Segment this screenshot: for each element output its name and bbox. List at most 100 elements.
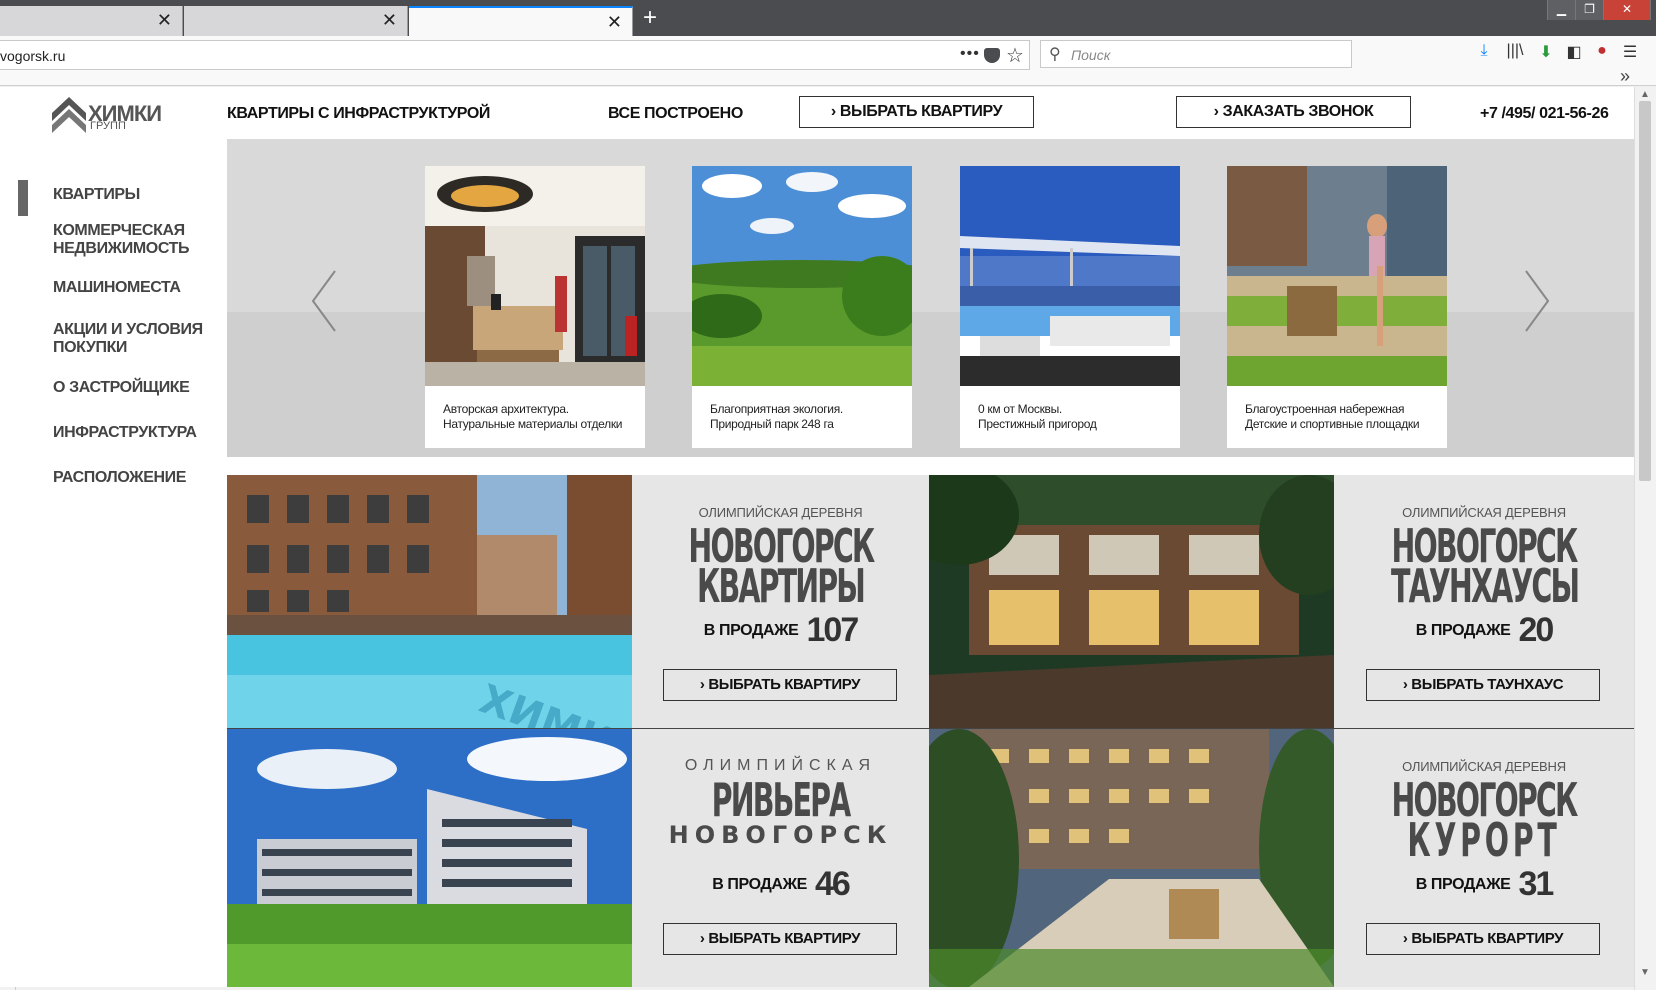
projects-grid: ХИМКИ ОЛИМПИЙСКАЯ ДЕРЕВНЯ НОВОГОРСК КВАР… (227, 475, 1634, 987)
feature-carousel: Авторская архитектура. Натуральные матер… (227, 139, 1634, 457)
page-scrollbar[interactable]: ▲ ▼ (1634, 87, 1656, 990)
sidebar-item-location[interactable]: РАСПОЛОЖЕНИЕ (53, 469, 186, 487)
tab-close-icon[interactable]: ✕ (157, 11, 172, 29)
chevron-right-icon: › (1402, 930, 1408, 947)
window-controls: ▁ ❐ ✕ (1547, 0, 1651, 20)
card-caption: 0 км от Москвы. Престижный пригород (978, 402, 1097, 432)
tab-active[interactable]: ✕ (409, 6, 633, 36)
project-subtitle: КВАРТИРЫ (697, 559, 866, 613)
on-sale-count: В ПРОДАЖЕ 20 (1334, 611, 1634, 650)
choose-apartment-button[interactable]: › ВЫБРАТЬ КВАРТИРУ (799, 96, 1034, 128)
menu-icon[interactable]: ☰ (1620, 42, 1640, 66)
caption-line: Благоприятная экология. (710, 402, 843, 416)
sidebar-item-apartments[interactable]: КВАРТИРЫ (53, 186, 140, 204)
logo-chevron-icon (52, 97, 86, 133)
project-subtitle: НОВОГОРСК (668, 821, 893, 849)
project-card-resort: ОЛИМПИЙСКАЯ ДЕРЕВНЯ НОВОГОРСК КУРОРТ В П… (1334, 729, 1634, 987)
button-label: ВЫБРАТЬ КВАРТИРУ (1411, 930, 1564, 947)
sidebar-toggle-icon[interactable]: ◧ (1562, 42, 1586, 66)
project-card-townhouses: ОЛИМПИЙСКАЯ ДЕРЕВНЯ НОВОГОРСК ТАУНХАУСЫ … (1334, 475, 1634, 728)
downloads-icon[interactable]: ⤓ (1474, 42, 1494, 66)
order-call-label: ЗАКАЗАТЬ ЗВОНОК (1222, 103, 1374, 120)
close-window-button[interactable]: ✕ (1604, 0, 1650, 20)
resort-photo[interactable] (929, 729, 1334, 987)
carousel-card[interactable]: Авторская архитектура. Натуральные матер… (425, 166, 645, 448)
bookmark-star-icon[interactable]: ☆ (1006, 43, 1024, 68)
tab-2[interactable]: ✕ (184, 6, 408, 36)
minimize-button[interactable]: ▁ (1548, 0, 1576, 20)
extension-icon[interactable]: ⬇ (1536, 42, 1556, 66)
sidebar-item-commercial[interactable]: КОММЕРЧЕСКАЯ НЕДВИЖИМОСТЬ (53, 222, 203, 258)
overflow-menu-icon[interactable]: » (1620, 66, 1630, 87)
nav-infra-link[interactable]: КВАРТИРЫ С ИНФРАСТРУКТУРОЙ (227, 105, 490, 123)
carousel-prev-arrow[interactable] (309, 269, 339, 333)
search-icon: ⚲ (1049, 46, 1061, 63)
pocket-icon[interactable] (984, 48, 1000, 63)
button-label: ВЫБРАТЬ КВАРТИРУ (708, 676, 861, 693)
on-sale-count: В ПРОДАЖЕ 46 (632, 865, 929, 904)
new-tab-button[interactable]: + (638, 6, 662, 32)
caption-line: 0 км от Москвы. (978, 402, 1062, 416)
sidebar-item-developer[interactable]: О ЗАСТРОЙЩИКЕ (53, 379, 190, 397)
site-logo[interactable]: ХИМКИ ГРУПП (52, 93, 162, 135)
chevron-right-icon (1525, 270, 1550, 332)
carousel-card[interactable]: 0 км от Москвы. Престижный пригород (960, 166, 1180, 448)
sidebar-item-infrastructure[interactable]: ИНФРАСТРУКТУРА (53, 424, 197, 442)
maximize-button[interactable]: ❐ (1576, 0, 1604, 20)
townhouses-photo[interactable] (929, 475, 1334, 728)
address-bar[interactable]: vogorsk.ru ••• ☆ (0, 40, 1030, 70)
chevron-right-icon: › (699, 676, 705, 693)
project-title: РИВЬЕРА (711, 773, 852, 827)
carousel-next-arrow[interactable] (1522, 269, 1552, 333)
library-icon[interactable]: |||\ (1504, 42, 1526, 66)
browser-window: ✕ ✕ ✕ + ▁ ❐ ✕ vogorsk.ru ••• ☆ ⚲ Поиск ⤓… (0, 0, 1656, 990)
page-actions-icon[interactable]: ••• (960, 45, 980, 63)
scroll-down-icon[interactable]: ▼ (1640, 967, 1650, 978)
chevron-right-icon: › (830, 103, 836, 120)
url-text[interactable]: vogorsk.ru (0, 48, 65, 64)
choose-townhouse-button[interactable]: › ВЫБРАТЬ ТАУНХАУС (1366, 669, 1600, 701)
nav-built-link[interactable]: ВСЕ ПОСТРОЕНО (608, 105, 743, 123)
choose-apartment-label: ВЫБРАТЬ КВАРТИРУ (839, 103, 1003, 120)
on-sale-label: В ПРОДАЖЕ (1415, 622, 1511, 639)
on-sale-count: В ПРОДАЖЕ 31 (1334, 865, 1634, 904)
caption-line: Детские и спортивные площадки (1245, 417, 1420, 431)
project-card-riviera: ОЛИМПИЙСКАЯ РИВЬЕРА НОВОГОРСК В ПРОДАЖЕ … (632, 729, 929, 987)
chevron-right-icon: › (1402, 676, 1408, 693)
caption-line: Натуральные материалы отделки (443, 417, 623, 431)
on-sale-label: В ПРОДАЖЕ (712, 876, 807, 893)
choose-apartment-button[interactable]: › ВЫБРАТЬ КВАРТИРУ (663, 923, 897, 955)
sidebar-item-parking[interactable]: МАШИНОМЕСТА (53, 279, 181, 297)
nature-photo (692, 166, 912, 386)
carousel-card[interactable]: Благоустроенная набережная Детские и спо… (1227, 166, 1447, 448)
choose-apartment-button[interactable]: › ВЫБРАТЬ КВАРТИРУ (1366, 923, 1600, 955)
on-sale-number: 46 (814, 865, 851, 903)
grid-divider (227, 728, 1634, 729)
riviera-photo[interactable] (227, 729, 632, 987)
caption-line: Авторская архитектура. (443, 402, 569, 416)
project-kicker: ОЛИМПИЙСКАЯ ДЕРЕВНЯ (698, 505, 863, 520)
choose-apartment-button[interactable]: › ВЫБРАТЬ КВАРТИРУ (663, 669, 897, 701)
project-subtitle: КУРОРТ (1407, 813, 1561, 867)
addon-icon[interactable]: ● (1592, 42, 1612, 66)
carousel-card[interactable]: Благоприятная экология. Природный парк 2… (692, 166, 912, 448)
order-call-button[interactable]: › ЗАКАЗАТЬ ЗВОНОК (1176, 96, 1411, 128)
on-sale-number: 20 (1518, 611, 1554, 649)
tab-close-icon[interactable]: ✕ (607, 13, 622, 31)
sidebar-item-offers[interactable]: АКЦИИ И УСЛОВИЯ ПОКУПКИ (53, 321, 213, 357)
scroll-up-icon[interactable]: ▲ (1640, 89, 1650, 100)
chevron-right-icon: › (1213, 103, 1219, 120)
logo-subtitle: ГРУПП (90, 120, 126, 132)
search-box[interactable]: ⚲ Поиск (1040, 40, 1352, 68)
scrollbar-thumb[interactable] (1639, 101, 1651, 481)
tab-close-icon[interactable]: ✕ (382, 11, 397, 29)
on-sale-number: 107 (806, 611, 860, 649)
chevron-right-icon: › (699, 930, 705, 947)
apartments-photo[interactable]: ХИМКИ (227, 475, 632, 728)
active-item-marker (18, 180, 28, 216)
sidebar: КВАРТИРЫ КОММЕРЧЕСКАЯ НЕДВИЖИМОСТЬ МАШИН… (16, 139, 227, 987)
button-label: ВЫБРАТЬ ТАУНХАУС (1411, 676, 1564, 693)
phone-number[interactable]: +7 /495/ 021-56-26 (1480, 105, 1609, 123)
on-sale-number: 31 (1518, 865, 1554, 903)
tab-1[interactable]: ✕ (0, 6, 183, 36)
